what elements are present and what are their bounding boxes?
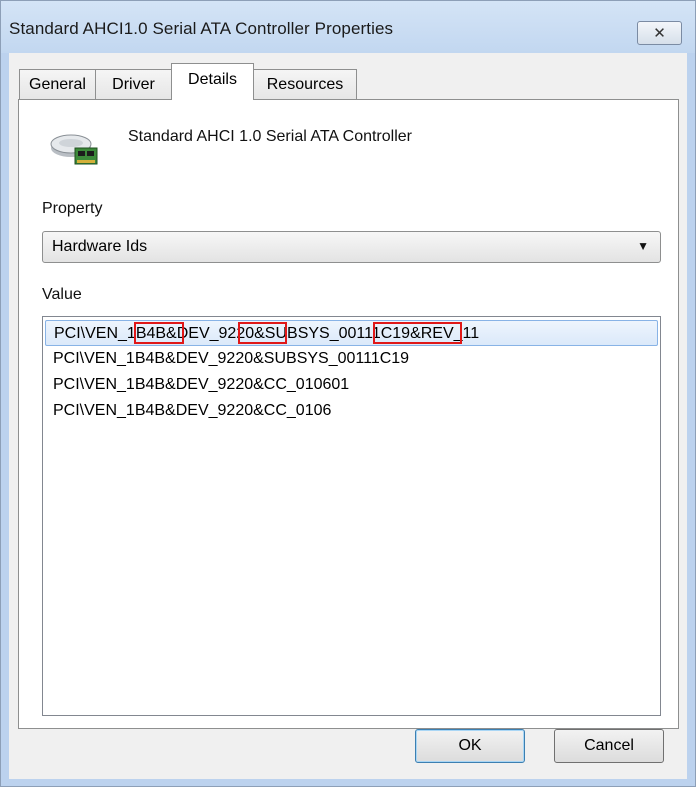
properties-dialog: Standard AHCI1.0 Serial ATA Controller P… [0, 0, 696, 787]
window-title: Standard AHCI1.0 Serial ATA Controller P… [9, 19, 394, 38]
list-item-text: PCI\VEN_1B4B&DEV_9220&SUBSYS_00111C19 [53, 350, 410, 367]
title-bar[interactable]: Standard AHCI1.0 Serial ATA Controller P… [1, 1, 695, 53]
property-label: Property [42, 200, 103, 217]
dialog-body: General Driver Details Resources Standar… [9, 53, 687, 779]
cancel-button-label: Cancel [584, 737, 634, 754]
list-item[interactable]: PCI\VEN_1B4B&DEV_9220&SUBSYS_00111C19 [45, 346, 658, 372]
tab-resources[interactable]: Resources [253, 69, 357, 99]
property-selected-value: Hardware Ids [52, 238, 148, 255]
details-panel: Standard AHCI 1.0 Serial ATA Controller … [18, 99, 679, 729]
tab-label: Resources [266, 76, 344, 93]
device-name: Standard AHCI 1.0 Serial ATA Controller [128, 128, 412, 145]
controller-card-icon [50, 134, 98, 165]
cancel-button[interactable]: Cancel [554, 729, 664, 763]
ok-button[interactable]: OK [415, 729, 525, 763]
list-item-text: PCI\VEN_1B4B&DEV_9220&CC_0106 [53, 402, 332, 419]
ok-button-label: OK [458, 737, 482, 754]
list-item-text: PCI\VEN_1B4B&DEV_9220&CC_010601 [53, 376, 350, 393]
list-item[interactable]: PCI\VEN_1B4B&DEV_9220&SUBSYS_00111C19&RE… [45, 320, 658, 346]
list-item-text: PCI\VEN_1B4B&DEV_9220&SUBSYS_00111C19&RE… [54, 325, 480, 342]
value-listbox[interactable]: PCI\VEN_1B4B&DEV_9220&SUBSYS_00111C19&RE… [42, 316, 661, 716]
list-item[interactable]: PCI\VEN_1B4B&DEV_9220&CC_0106 [45, 398, 658, 424]
property-dropdown[interactable]: Hardware Ids ▼ [42, 231, 661, 263]
tab-label: Driver [112, 76, 155, 93]
close-button[interactable]: ✕ [637, 21, 682, 45]
value-label: Value [42, 286, 82, 303]
chevron-down-icon: ▼ [637, 239, 649, 253]
tab-label: Details [188, 71, 237, 88]
tab-general[interactable]: General [19, 69, 96, 99]
tab-driver[interactable]: Driver [95, 69, 172, 99]
tab-details[interactable]: Details [171, 63, 254, 100]
list-item[interactable]: PCI\VEN_1B4B&DEV_9220&CC_010601 [45, 372, 658, 398]
tab-label: General [29, 76, 86, 93]
close-icon: ✕ [653, 25, 666, 42]
